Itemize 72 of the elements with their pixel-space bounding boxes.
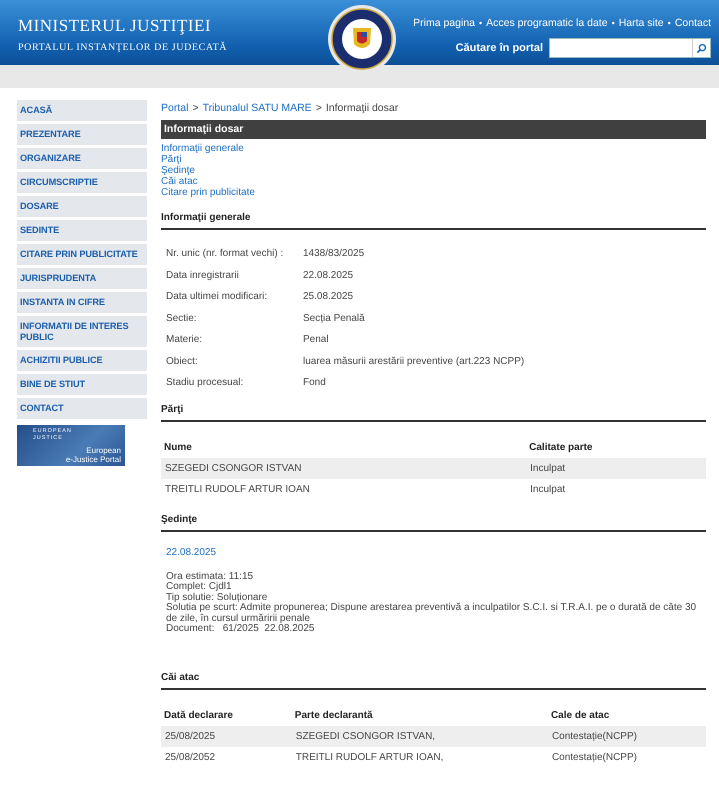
- header-link[interactable]: Acces programatic la date: [486, 17, 608, 29]
- sidebar-item[interactable]: PREZENTARE: [17, 124, 147, 145]
- field-label: Nr. unic (nr. format vechi) :: [166, 247, 284, 262]
- anchor-link[interactable]: Părţi: [161, 154, 182, 165]
- breadcrumb-current: Informaţii dosar: [326, 102, 398, 116]
- sidebar-item[interactable]: CITARE PRIN PUBLICITATE: [17, 244, 147, 265]
- field-label: Data inregistrarii: [166, 268, 240, 283]
- column-header: Nume: [161, 422, 526, 458]
- field-label: Obiect:: [166, 354, 199, 369]
- banner-text: European: [86, 447, 121, 456]
- anchor-link[interactable]: Căi atac: [161, 176, 198, 187]
- sidebar-item[interactable]: SEDINTE: [17, 220, 147, 241]
- banner-text: e-Justice Portal: [66, 456, 121, 464]
- table-cell: Contestație(NCPP): [548, 726, 706, 746]
- field-value: Secția Penală: [303, 312, 366, 326]
- anchor-link[interactable]: Şedinţe: [161, 165, 195, 176]
- hearing-detail: Solutia pe scurt: Admite propunerea; Dispune arestarea preventivă a inculpatilor S.C.I. si T.R.A.I. pe o durată de câte 30 de zile, în cursul urmăririi penale: [166, 603, 698, 624]
- field-label: Sectie:: [166, 312, 198, 326]
- breadcrumb-separator: >: [316, 102, 322, 116]
- field-value: 25.08.2025: [303, 290, 354, 304]
- field-value: Penal: [303, 333, 330, 348]
- field-label: Data ultimei modificari:: [166, 290, 268, 304]
- hearing-detail: Ora estimata: 11:15: [166, 572, 254, 582]
- field-value: 1438/83/2025: [303, 247, 366, 262]
- column-header: Cale de atac: [548, 690, 706, 726]
- sidebar-item[interactable]: CIRCUMSCRIPTIE: [17, 172, 147, 193]
- anchor-link[interactable]: Informaţii generale: [161, 143, 244, 154]
- section-heading: Şedinţe: [161, 514, 706, 532]
- field-label: Stadiu procesual:: [166, 376, 244, 390]
- sidebar-item[interactable]: DOSARE: [17, 196, 147, 217]
- column-header: Calitate parte: [526, 422, 706, 458]
- site-subtitle: PORTALUL INSTANŢELOR DE JUDECATĂ: [18, 42, 228, 53]
- anchor-link[interactable]: Citare prin publicitate: [161, 187, 255, 198]
- page-title-bar: Informaţii dosar: [161, 120, 706, 139]
- hearing-detail: Complet: Cjdl1: [166, 582, 233, 592]
- sidebar-item[interactable]: BINE DE STIUT: [17, 374, 147, 396]
- sidebar-item[interactable]: JURISPRUDENTA: [17, 268, 147, 289]
- field-value: 22.08.2025: [303, 268, 354, 283]
- sidebar-item[interactable]: ACASĂ: [17, 100, 147, 121]
- separator-dot: •: [479, 18, 482, 28]
- separator-dot: •: [612, 18, 615, 28]
- sidebar-item[interactable]: ACHIZITII PUBLICE: [17, 350, 147, 372]
- hearing-date-link[interactable]: 22.08.2025: [166, 546, 706, 558]
- column-header: Parte declarantă: [292, 690, 548, 726]
- table-cell: SZEGEDI CSONGOR ISTVAN,: [292, 726, 548, 746]
- breadcrumb-link[interactable]: Tribunalul SATU MARE: [202, 102, 312, 120]
- column-header: Dată declarare: [161, 690, 292, 726]
- site-title: MINISTERUL JUSTIŢIEI: [18, 16, 212, 36]
- header-link[interactable]: Harta site: [618, 17, 664, 29]
- section-heading: Informaţii generale: [161, 212, 706, 230]
- hearing-detail: Document: 61/2025 22.08.2025: [166, 624, 316, 634]
- field-value: Fond: [303, 376, 327, 390]
- header-link[interactable]: Prima pagina: [413, 17, 475, 29]
- search-icon: [696, 42, 707, 54]
- table-cell: 25/08/2025: [161, 726, 292, 746]
- sidebar-item[interactable]: ORGANIZARE: [17, 148, 147, 169]
- section-heading: Părţi: [161, 404, 706, 422]
- field-label: Materie:: [166, 333, 204, 348]
- sidebar-item[interactable]: CONTACT: [17, 398, 147, 420]
- header-link[interactable]: Contact: [674, 17, 711, 29]
- breadcrumb-separator: >: [192, 102, 199, 116]
- search-label: Căutare în portal: [456, 42, 543, 54]
- table-cell: Inculpat: [526, 458, 706, 478]
- table-cell: SZEGEDI CSONGOR ISTVAN: [161, 458, 526, 478]
- breadcrumb-link[interactable]: Portal: [161, 102, 188, 120]
- hearing-detail: Tip solutie: Soluționare: [166, 592, 268, 602]
- separator-dot: •: [668, 18, 671, 28]
- sidebar-item[interactable]: INFORMATII DE INTERES PUBLIC: [17, 316, 147, 348]
- section-heading: Căi atac: [161, 672, 706, 690]
- field-value: luarea măsurii arestării preventive (art.223 NCPP): [303, 354, 526, 369]
- search-field[interactable]: [549, 38, 711, 58]
- sidebar-item[interactable]: INSTANTA IN CIFRE: [17, 292, 147, 313]
